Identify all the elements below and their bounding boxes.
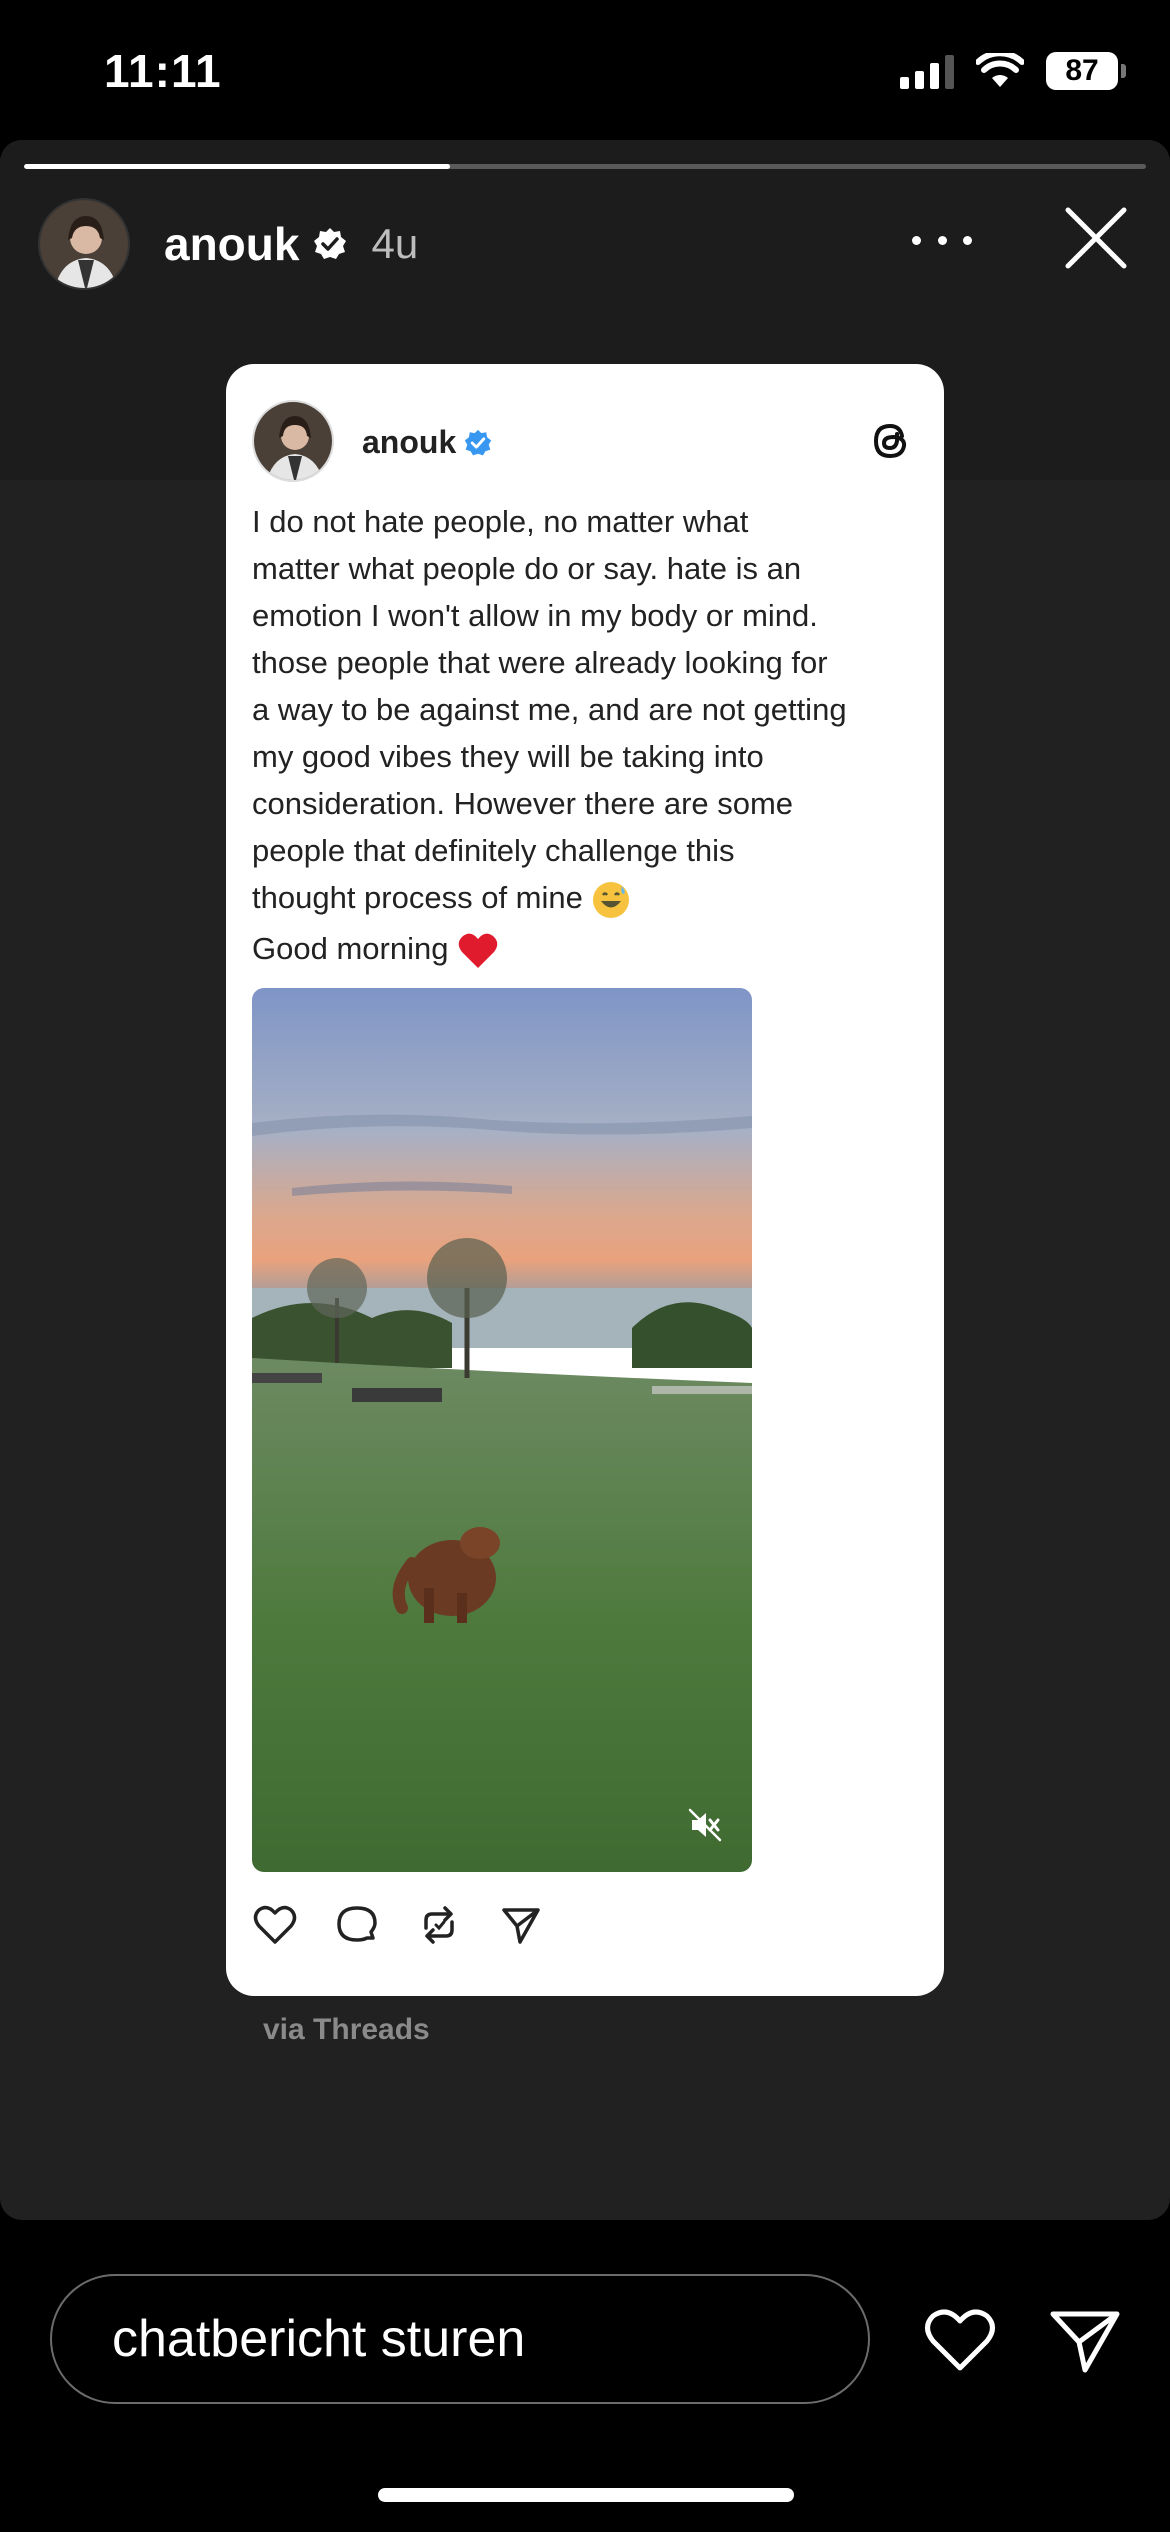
story-username[interactable]: anouk <box>164 217 299 271</box>
post-actions <box>252 1902 544 1948</box>
post-text-line: my good vibes they will be taking into <box>252 739 764 774</box>
story-progress-bar <box>24 164 1146 169</box>
post-text-line: matter what people do or say. hate is an <box>252 551 802 586</box>
send-message-icon[interactable] <box>1045 2300 1125 2380</box>
post-text-line-with-emoji: Good morning <box>252 925 922 972</box>
like-story-heart-icon[interactable] <box>920 2300 1000 2380</box>
card-username: anouk <box>362 424 492 461</box>
close-icon[interactable] <box>1060 202 1132 274</box>
more-options-button[interactable] <box>912 220 972 260</box>
reply-placeholder: chatbericht sturen <box>112 2310 526 2368</box>
mute-icon[interactable] <box>688 1808 722 1842</box>
threads-post-card[interactable]: anouk I do not hate people, no matter wh… <box>226 364 944 1996</box>
battery-icon: 87 <box>1046 52 1126 90</box>
story-header: anouk 4u <box>38 194 1138 294</box>
post-text-line: consideration. However there are some <box>252 786 794 821</box>
post-text: I do not hate people, no matter what mat… <box>252 498 922 972</box>
reply-message-input[interactable]: chatbericht sturen <box>50 2274 870 2404</box>
verified-badge-icon <box>465 429 492 455</box>
story-progress-fill <box>24 164 451 169</box>
via-threads-label[interactable]: via Threads <box>263 2013 430 2047</box>
post-text-line: those people that were already looking f… <box>252 645 828 680</box>
status-icons: 87 <box>900 52 1126 90</box>
signal-icon <box>900 53 954 89</box>
repost-icon[interactable] <box>416 1902 462 1948</box>
avatar[interactable] <box>38 198 130 290</box>
threads-logo-icon <box>873 423 907 459</box>
grinning-sweat-emoji-icon <box>593 881 630 918</box>
verified-badge-icon <box>314 228 347 259</box>
post-text-line: I do not hate people, no matter what <box>252 504 749 539</box>
post-text-line: people that definitely challenge this <box>252 833 735 868</box>
red-heart-emoji-icon <box>458 933 498 968</box>
wifi-icon <box>976 53 1024 87</box>
share-send-icon[interactable] <box>498 1902 544 1948</box>
post-video[interactable] <box>252 988 752 1872</box>
post-text-line: emotion I won't allow in my body or mind… <box>252 598 818 633</box>
status-time: 11:11 <box>104 45 222 97</box>
story-timestamp: 4u <box>371 220 419 267</box>
status-bar: 11:11 87 <box>0 0 1170 140</box>
home-indicator <box>378 2488 794 2502</box>
post-text-line: a way to be against me, and are not gett… <box>252 692 847 727</box>
comment-icon[interactable] <box>334 1902 380 1948</box>
card-avatar <box>252 400 334 482</box>
like-heart-icon[interactable] <box>252 1902 298 1948</box>
story-viewer[interactable]: anouk 4u anouk I do not hate people, no … <box>0 140 1170 2220</box>
post-text-line-with-emoji: thought process of mine <box>252 874 922 921</box>
